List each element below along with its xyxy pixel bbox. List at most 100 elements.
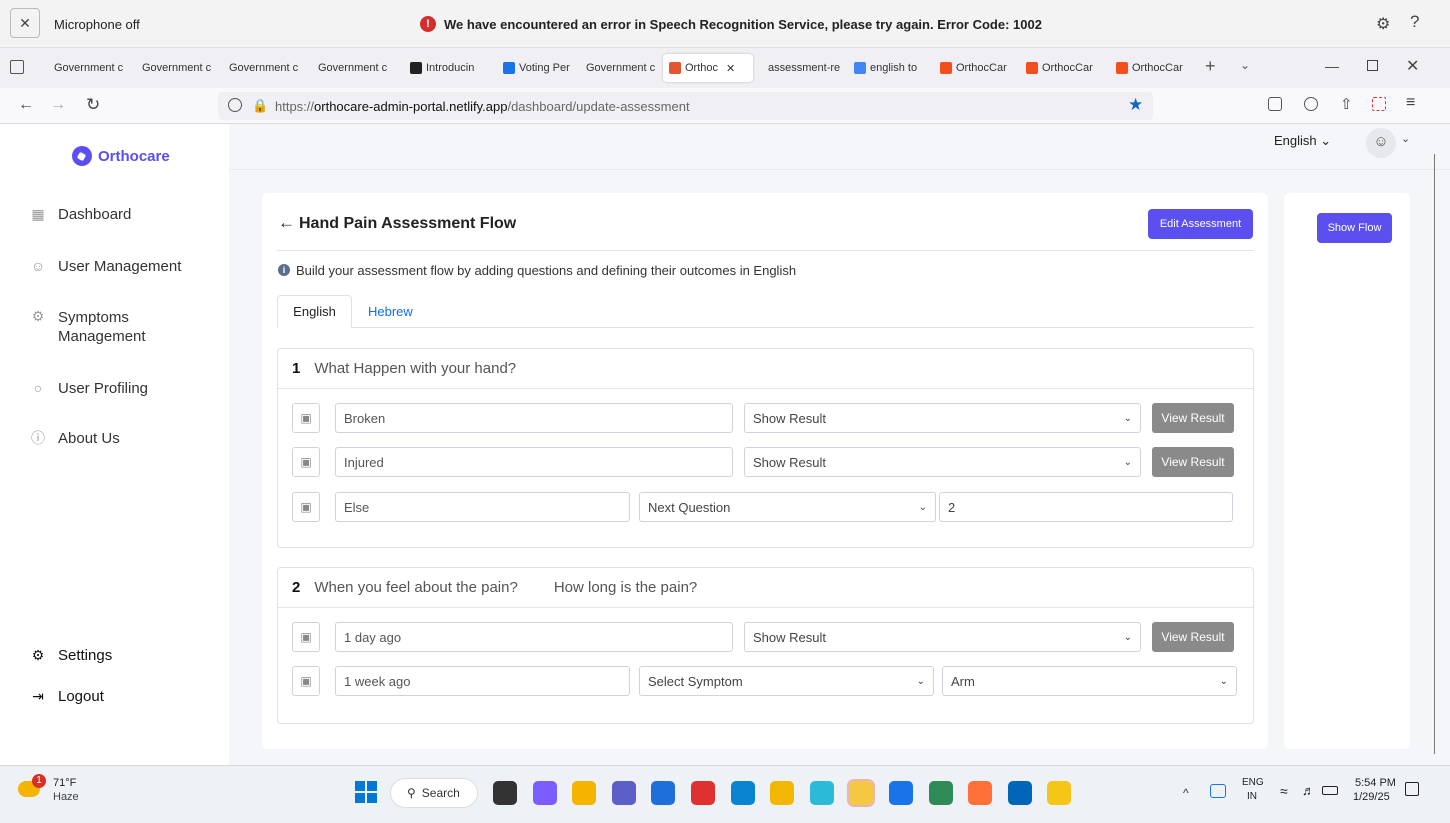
image-placeholder-icon[interactable]: ▣ [292,447,320,477]
next-question-input[interactable]: 2 [939,492,1233,522]
maps-icon[interactable] [770,781,795,805]
answer-input[interactable]: Broken [335,403,733,433]
tab-english[interactable]: English [277,295,352,328]
browser-tab[interactable]: Government c [132,54,216,82]
pocket-icon[interactable] [1268,97,1282,111]
settings-gear-icon[interactable]: ⚙ [1376,14,1390,34]
edit-assessment-button[interactable]: Edit Assessment [1148,209,1253,239]
browser-tab[interactable]: assessment-re [758,54,844,82]
action-select[interactable]: Show Result ⌄ [744,403,1141,433]
language-selector[interactable]: English ⌄ [1274,133,1331,149]
tab-hebrew[interactable]: Hebrew [368,304,413,319]
bookmark-star-icon[interactable]: ★ [1128,95,1143,115]
question-text[interactable]: What Happen with your hand? [314,360,516,377]
browser-tab[interactable]: english to [848,54,928,82]
sidebar-item-settings[interactable]: ⚙ Settings [30,647,112,664]
tray-overflow-icon[interactable]: ^ [1183,786,1189,800]
sidebar-item-dashboard[interactable]: ▦ Dashboard [30,206,131,223]
extensions-icon[interactable]: ⇧ [1340,95,1353,113]
shield-icon[interactable] [228,98,242,112]
question-text[interactable]: When you feel about the pain? [314,579,517,596]
browser-tab[interactable]: Government c [576,54,658,82]
browser-tab[interactable]: Introducin [404,54,490,82]
taskbar-search[interactable]: ⚲ Search [390,778,478,808]
close-window-icon[interactable]: ✕ [1406,56,1419,76]
sticky-app-icon[interactable] [847,779,876,807]
new-tab-icon[interactable]: + [1205,56,1216,77]
notifications-icon[interactable] [1405,782,1419,796]
copilot-icon[interactable] [532,781,557,805]
screenshot-icon[interactable] [1372,97,1386,111]
chevron-down-icon[interactable]: ⌄ [1401,132,1410,145]
scrollbar[interactable] [1434,154,1435,754]
menu-icon[interactable]: ≡ [1406,94,1415,112]
firefox-icon[interactable] [968,781,993,805]
task-view-icon[interactable] [493,781,517,805]
skype-icon[interactable] [889,781,913,805]
restore-icon[interactable] [1367,60,1378,71]
question-alt-text[interactable]: How long is the pain? [554,579,697,596]
microphone-off-icon[interactable]: ✕ [10,8,40,38]
minimize-icon[interactable]: — [1325,58,1339,74]
windows-start-icon[interactable] [355,781,377,803]
browser-tab[interactable]: OrthocCar [934,54,1016,82]
action-select[interactable]: Show Result ⌄ [744,447,1141,477]
help-icon[interactable]: ? [1410,12,1419,32]
browser-tab[interactable]: Government c [219,54,303,82]
browser-tab[interactable]: Orthoc ✕ [663,54,753,82]
sync-icon[interactable] [1210,784,1226,798]
reload-icon[interactable]: ↻ [86,95,100,115]
answer-input[interactable]: 1 week ago [335,666,630,696]
sidebar-item-user-profiling[interactable]: ○ User Profiling [30,380,148,397]
teams-icon[interactable] [611,781,636,805]
view-result-button[interactable]: View Result [1152,447,1234,477]
answer-input[interactable]: Else [335,492,630,522]
calculator-icon[interactable] [1007,781,1032,805]
notes-app-icon[interactable] [1047,781,1072,805]
opera-icon[interactable] [691,781,715,805]
browser-tab[interactable]: OrthocCar [1020,54,1106,82]
file-explorer-icon[interactable] [572,781,597,805]
account-icon[interactable] [1304,97,1318,111]
url-bar[interactable]: 🔒 https://orthocare-admin-portal.netlify… [218,92,1153,120]
answer-input[interactable]: Injured [335,447,733,477]
show-flow-button[interactable]: Show Flow [1317,213,1392,243]
forward-icon[interactable]: → [50,96,66,114]
sidebar-item-user-management[interactable]: ☺ User Management [30,258,182,275]
action-select[interactable]: Next Question ⌄ [639,492,936,522]
chat-icon[interactable] [809,781,834,805]
store-icon[interactable] [651,781,676,805]
browser-tab[interactable]: Voting Per [497,54,571,82]
sidebar-item-about-us[interactable]: ⓘ About Us [30,430,120,447]
wifi-icon[interactable]: ≈ [1280,783,1288,799]
url-text[interactable]: https://orthocare-admin-portal.netlify.a… [275,99,690,114]
volume-muted-icon[interactable]: ♬ [1302,783,1315,798]
clock-time[interactable]: 5:54 PM [1355,777,1396,789]
clock-date[interactable]: 1/29/25 [1353,791,1390,803]
edge-icon[interactable] [730,781,755,805]
back-arrow-icon[interactable]: ← [278,213,295,233]
brand-name[interactable]: Orthocare [98,148,170,165]
view-result-button[interactable]: View Result [1152,622,1234,652]
browser-tab[interactable]: Government c [44,54,128,82]
close-tab-icon[interactable]: ✕ [726,62,735,75]
lang-bottom[interactable]: IN [1247,791,1257,802]
lock-icon[interactable]: 🔒 [252,98,268,114]
lang-top[interactable]: ENG [1242,777,1264,788]
tab-overflow-icon[interactable]: ⌄ [1240,58,1250,72]
image-placeholder-icon[interactable]: ▣ [292,666,320,696]
symptom-select[interactable]: Select Symptom ⌄ [639,666,934,696]
answer-input[interactable]: 1 day ago [335,622,733,652]
image-placeholder-icon[interactable]: ▣ [292,403,320,433]
battery-icon[interactable] [1322,786,1338,795]
image-placeholder-icon[interactable]: ▣ [292,622,320,652]
weather-temp[interactable]: 71°F [53,777,76,789]
back-icon[interactable]: ← [18,96,34,114]
user-avatar-icon[interactable]: ☺ [1366,128,1396,158]
action-select[interactable]: Show Result ⌄ [744,622,1141,652]
browser-tab[interactable]: Government c [308,54,392,82]
image-placeholder-icon[interactable]: ▣ [292,492,320,522]
view-result-button[interactable]: View Result [1152,403,1234,433]
browser-tab[interactable]: OrthocCar [1110,54,1196,82]
weather-desc[interactable]: Haze [53,791,79,803]
